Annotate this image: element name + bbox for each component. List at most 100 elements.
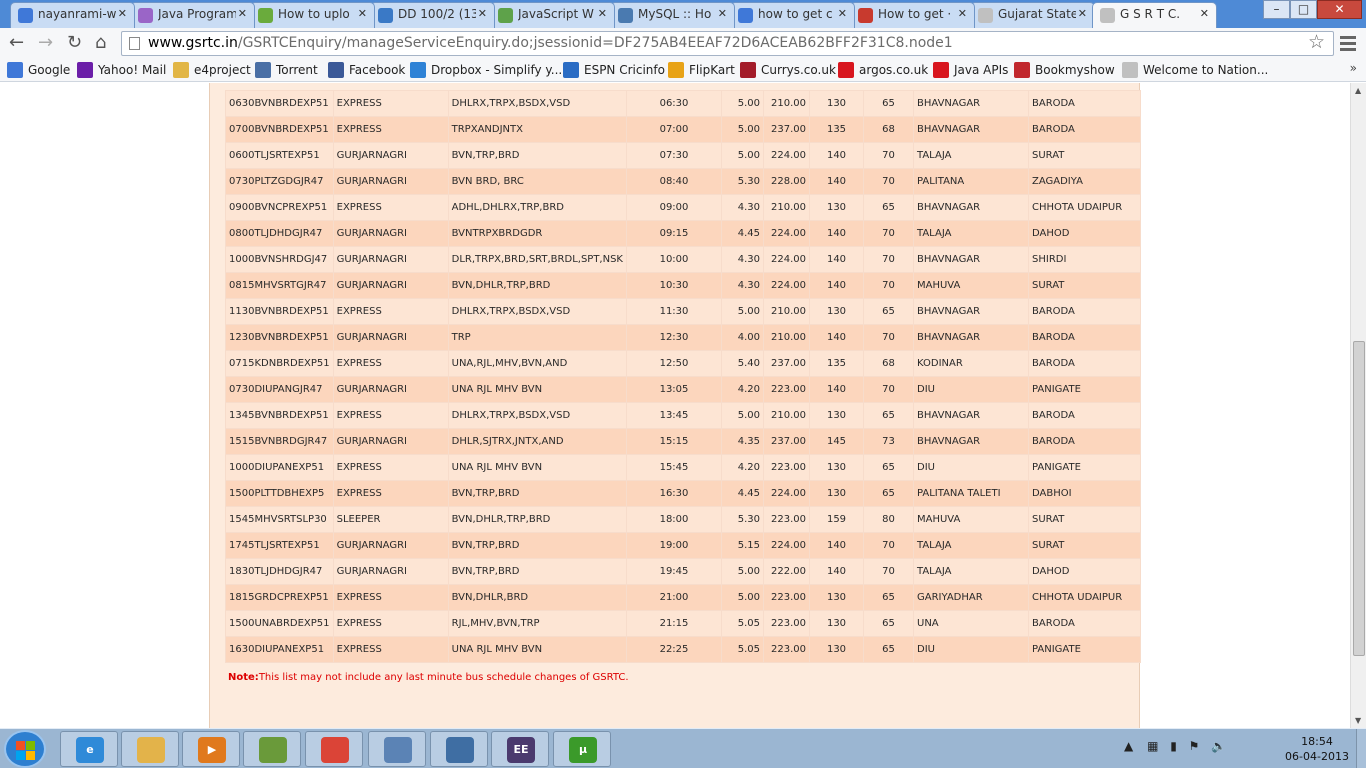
scroll-down-icon[interactable]: ▼ <box>1355 716 1361 725</box>
bookmark-item[interactable]: Currys.co.uk <box>740 62 836 78</box>
cell-via-route: UNA,RJL,MHV,BVN,AND <box>447 350 628 377</box>
home-icon[interactable]: ⌂ <box>95 32 106 54</box>
page-icon <box>1100 8 1115 23</box>
power-icon[interactable]: ▮ <box>1170 739 1177 753</box>
bookmark-item[interactable]: ESPN Cricinfo <box>563 62 665 78</box>
cell-speed: 70 <box>863 532 914 559</box>
action-center-icon[interactable]: ⚑ <box>1189 739 1200 753</box>
close-tab-icon[interactable]: ✕ <box>478 7 487 20</box>
close-tab-icon[interactable]: ✕ <box>1078 7 1087 20</box>
start-button[interactable] <box>4 730 46 768</box>
cell-fare: 228.00 <box>763 168 810 195</box>
close-tab-icon[interactable]: ✕ <box>718 7 727 20</box>
volume-icon[interactable]: 🔈 <box>1211 739 1226 753</box>
close-tab-icon[interactable]: ✕ <box>838 7 847 20</box>
bookmark-item[interactable]: Java APIs <box>933 62 1008 78</box>
page-viewport: 0630BVNBRDEXP51 EXPRESS DHLRX,TRPX,BSDX,VS… <box>0 83 1350 728</box>
cell-via-route: BVN,TRP,BRD <box>447 142 628 169</box>
cell-distance: 145 <box>809 428 864 455</box>
close-tab-icon[interactable]: ✕ <box>118 7 127 20</box>
cell-fare: 210.00 <box>763 194 810 221</box>
bookmark-item[interactable]: Bookmyshow <box>1014 62 1115 78</box>
bookmark-star-icon[interactable]: ☆ <box>1308 31 1325 53</box>
vertical-scrollbar[interactable]: ▲ ▼ <box>1350 83 1366 728</box>
taskbar-button[interactable]: EE <box>491 731 549 767</box>
tab-6[interactable]: MySQL :: Ho ✕ <box>610 2 735 28</box>
tab-5[interactable]: JavaScript W ✕ <box>490 2 615 28</box>
bookmark-item[interactable]: e4project <box>173 62 251 78</box>
bookmark-item[interactable]: Facebook <box>328 62 405 78</box>
cell-distance: 140 <box>809 324 864 351</box>
bookmark-item[interactable]: FlipKart <box>668 62 735 78</box>
page-icon <box>1122 62 1138 78</box>
cell-distance: 130 <box>809 610 864 637</box>
tab-8[interactable]: How to get · ✕ <box>850 2 975 28</box>
taskbar-button[interactable] <box>243 731 301 767</box>
cell-via-route: DLR,TRPX,BRD,SRT,BRDL,SPT,NSK <box>447 246 628 273</box>
forward-arrow-icon[interactable]: → <box>38 32 53 54</box>
taskbar-button[interactable] <box>430 731 488 767</box>
minimize-button[interactable]: – <box>1263 0 1290 19</box>
cell-service-type: EXPRESS <box>332 194 449 221</box>
bookmark-label: Google <box>28 63 71 77</box>
taskbar-button[interactable]: ▶ <box>182 731 240 767</box>
tab-10[interactable]: G S R T C. ✕ <box>1092 2 1217 28</box>
tab-title: how to get c <box>758 7 833 21</box>
scroll-up-icon[interactable]: ▲ <box>1355 86 1361 95</box>
cell-distance: 135 <box>809 116 864 143</box>
cell-departure-time: 13:05 <box>626 376 722 403</box>
close-window-button[interactable]: ✕ <box>1317 0 1362 19</box>
tab-9[interactable]: Gujarat State ✕ <box>970 2 1095 28</box>
bookmark-label: Dropbox - Simplify y... <box>431 63 563 77</box>
table-row: 1515BVNBRDGJR47 GURJARNAGRI DHLR,SJTRX,JNT… <box>225 428 1141 455</box>
close-tab-icon[interactable]: ✕ <box>958 7 967 20</box>
close-tab-icon[interactable]: ✕ <box>598 7 607 20</box>
table-row: 1000BVNSHRDGJ47 GURJARNAGRI DLR,TRPX,BRD,S… <box>225 246 1141 273</box>
taskbar-button[interactable] <box>368 731 426 767</box>
cell-departure-time: 15:15 <box>626 428 722 455</box>
network-icon[interactable]: ▦ <box>1147 739 1158 753</box>
chrome-menu-icon[interactable] <box>1340 36 1356 54</box>
taskbar-button[interactable]: µ <box>553 731 611 767</box>
close-tab-icon[interactable]: ✕ <box>238 7 247 20</box>
taskbar-button[interactable]: e <box>60 731 118 767</box>
bookmark-item[interactable]: Torrent <box>255 62 318 78</box>
cell-service-code: 1815GRDCPREXP51 <box>225 584 334 611</box>
taskbar-button[interactable] <box>121 731 179 767</box>
clock[interactable]: 18:54 06-04-2013 <box>1282 734 1352 764</box>
cell-fare: 223.00 <box>763 506 810 533</box>
url-path: /GSRTCEnquiry/manageServiceEnquiry.do;js… <box>237 35 953 51</box>
taskbar-button[interactable] <box>305 731 363 767</box>
show-hidden-icons-icon[interactable]: ▲ <box>1124 739 1133 753</box>
tab-4[interactable]: DD 100/2 (13 ✕ <box>370 2 495 28</box>
close-tab-icon[interactable]: ✕ <box>358 7 367 20</box>
bookmark-item[interactable]: Yahoo! Mail <box>77 62 166 78</box>
url-domain: www.gsrtc.in <box>148 35 238 51</box>
bookmark-item[interactable]: Dropbox - Simplify y... <box>410 62 562 78</box>
bookmark-item[interactable]: Google <box>7 62 70 78</box>
close-tab-icon[interactable]: ✕ <box>1200 7 1209 20</box>
system-tray[interactable]: ▲ ▦ ▮ ⚑ 🔈 <box>1124 739 1226 753</box>
tab-7[interactable]: how to get c ✕ <box>730 2 855 28</box>
tab-3[interactable]: How to uplo ✕ <box>250 2 375 28</box>
cell-distance: 135 <box>809 350 864 377</box>
back-arrow-icon[interactable]: ← <box>9 32 24 54</box>
bookmark-item[interactable]: Welcome to Nation... <box>1122 62 1268 78</box>
tab-1[interactable]: nayanrami-w ✕ <box>10 2 135 28</box>
reload-icon[interactable]: ↻ <box>67 32 82 54</box>
more-bookmarks-button[interactable]: » <box>1350 61 1357 75</box>
bookmark-label: e4project <box>194 63 251 77</box>
tab-title: How to get · <box>878 7 952 21</box>
cell-from-city: TALAJA <box>913 558 1029 585</box>
bookmark-item[interactable]: argos.co.uk <box>838 62 928 78</box>
scrollbar-thumb[interactable] <box>1353 341 1365 656</box>
tab-title: MySQL :: Ho <box>638 7 712 21</box>
address-bar[interactable]: www.gsrtc.in/GSRTCEnquiry/manageServiceE… <box>121 31 1334 56</box>
dropbox-icon <box>410 62 426 78</box>
cell-from-city: KODINAR <box>913 350 1029 377</box>
cell-service-type: GURJARNAGRI <box>332 558 449 585</box>
maximize-button[interactable]: □ <box>1290 0 1317 19</box>
cell-from-city: MAHUVA <box>913 506 1029 533</box>
show-desktop-button[interactable] <box>1356 729 1366 768</box>
tab-2[interactable]: Java Program ✕ <box>130 2 255 28</box>
